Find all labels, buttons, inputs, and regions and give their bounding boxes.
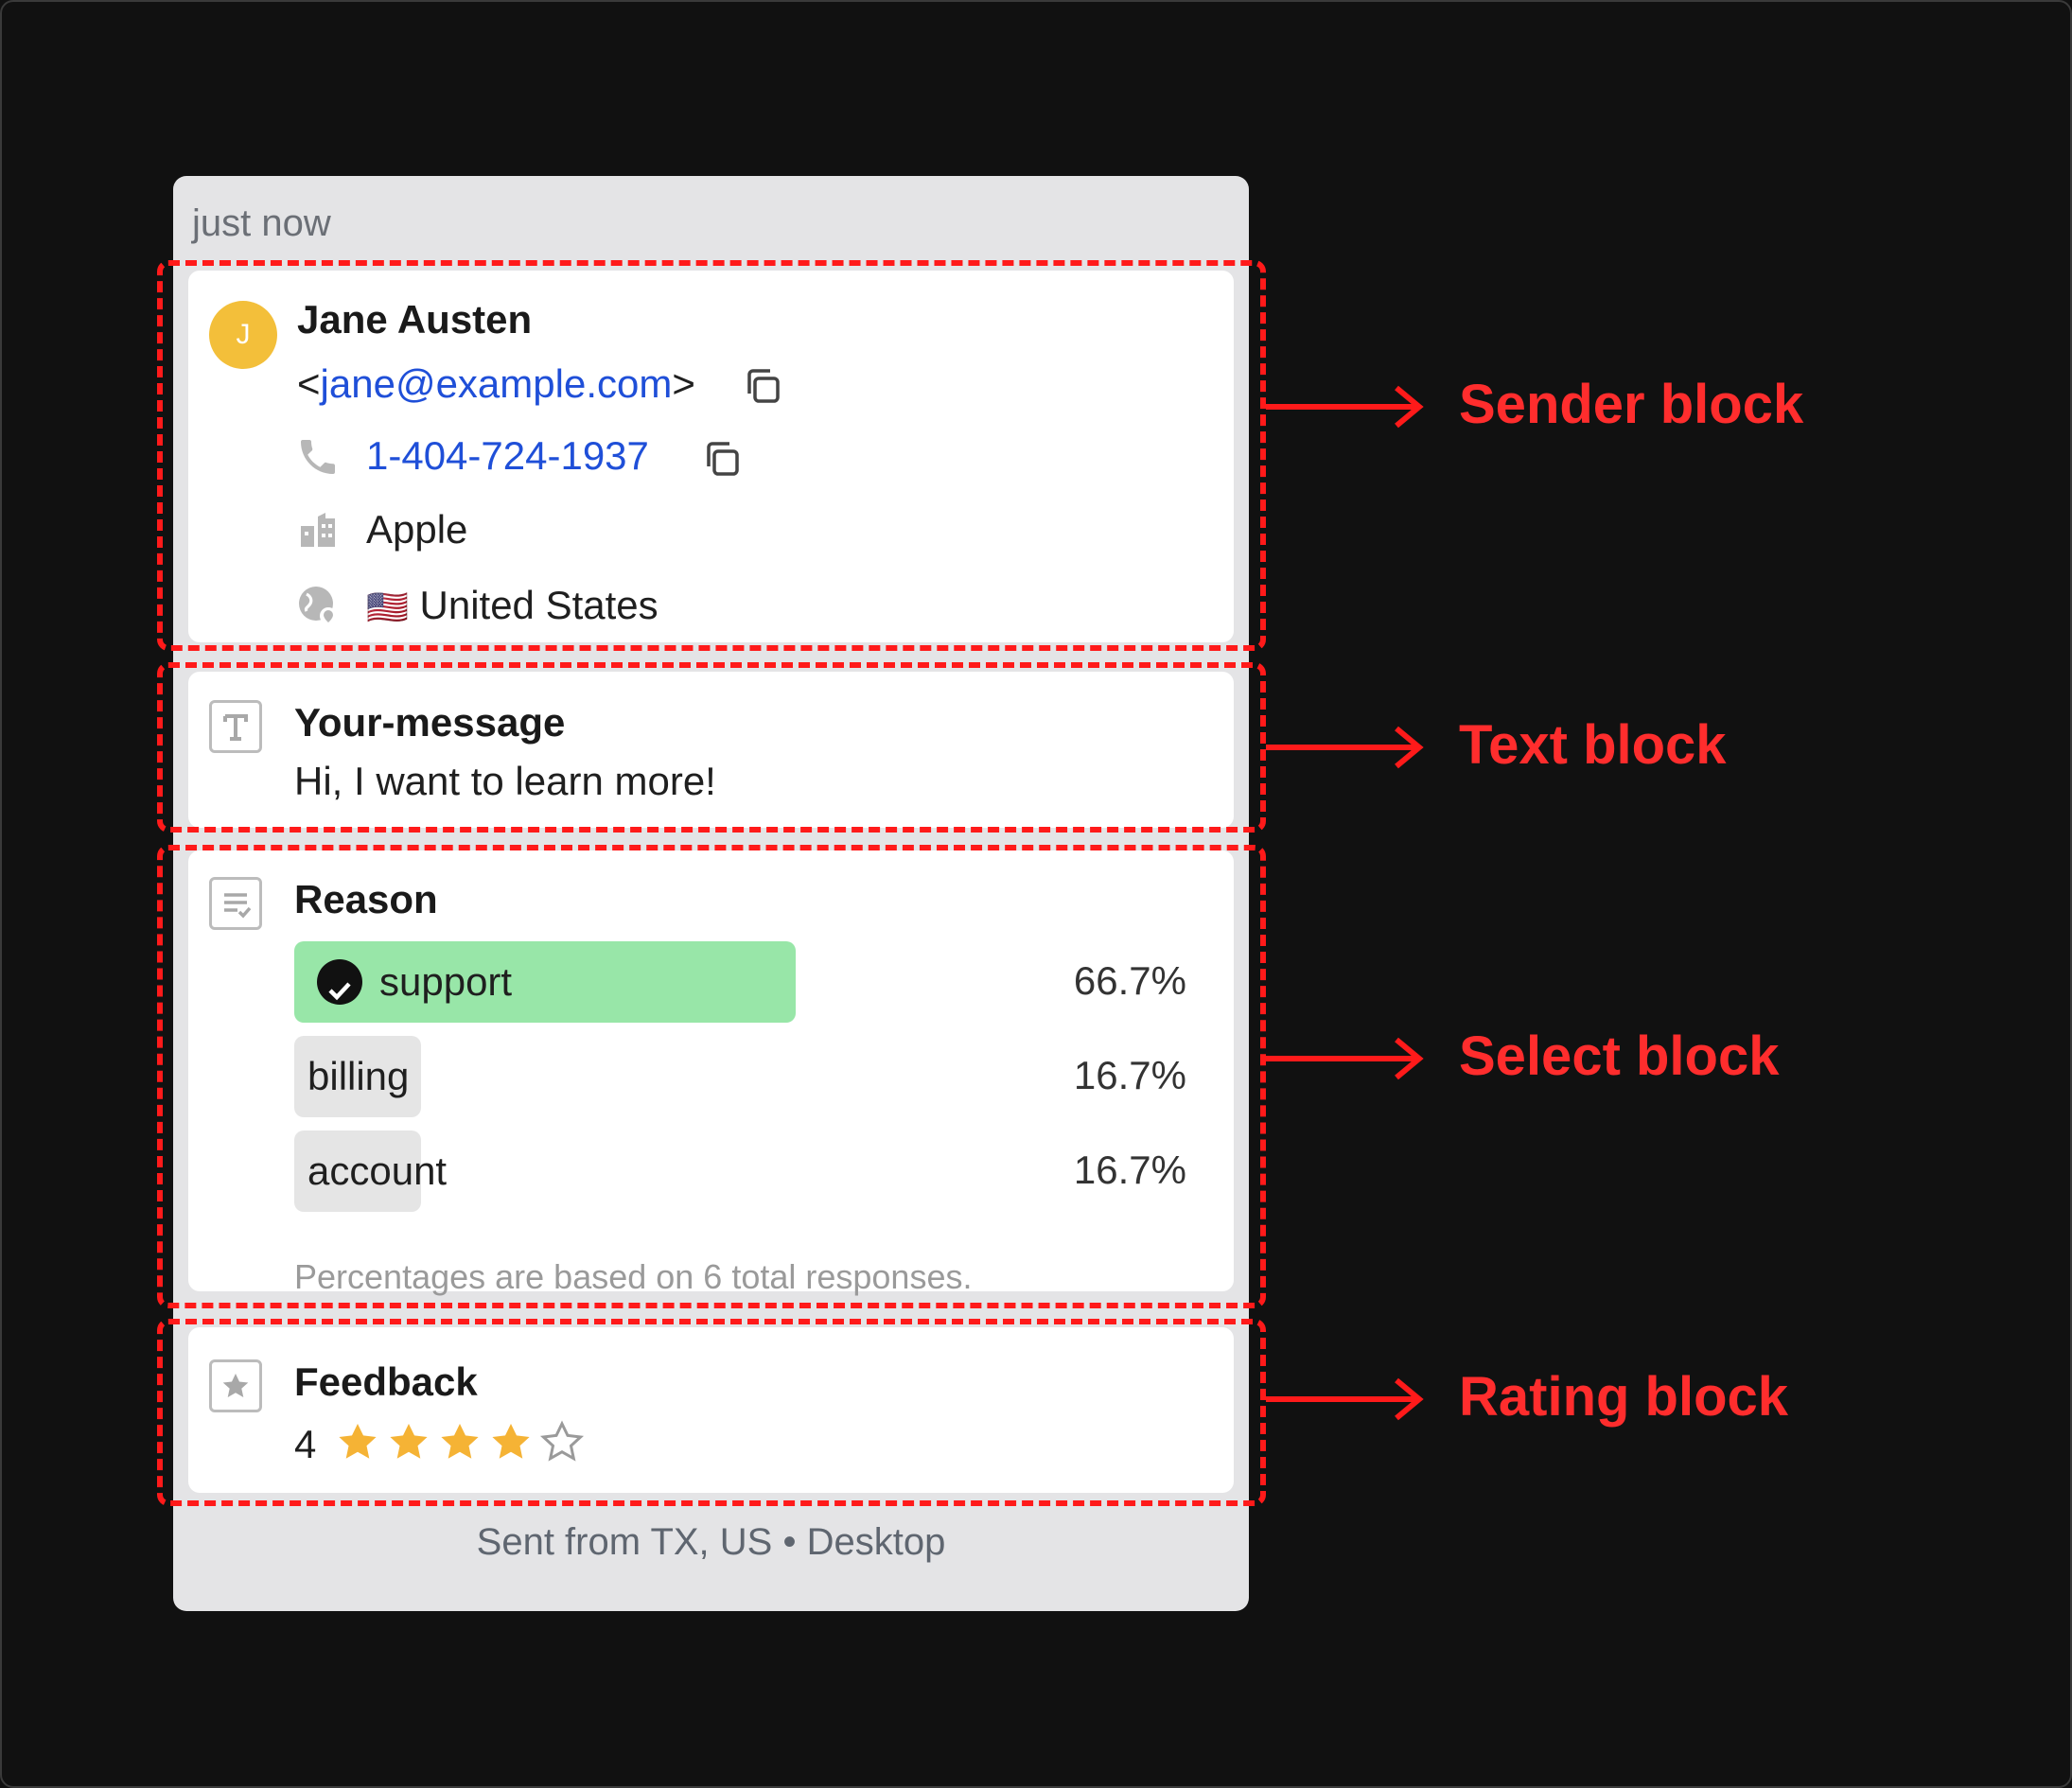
arrow-right-icon xyxy=(1266,1377,1424,1421)
callout-rating-block: Rating block xyxy=(1459,1366,1789,1428)
arrow-right-icon xyxy=(1266,385,1424,429)
callout-sender-block: Sender block xyxy=(1459,374,1804,435)
callout-select-block: Select block xyxy=(1459,1025,1780,1087)
arrow-right-icon xyxy=(1266,1037,1424,1080)
sender-block-outline xyxy=(157,260,1266,651)
select-block-outline xyxy=(157,845,1266,1308)
callout-text-block: Text block xyxy=(1459,714,1727,776)
submission-footer: Sent from TX, US • Desktop xyxy=(476,1521,946,1563)
rating-block-outline xyxy=(157,1319,1266,1506)
timestamp: just now xyxy=(192,202,331,244)
arrow-right-icon xyxy=(1266,726,1424,769)
text-block-outline xyxy=(157,662,1266,833)
